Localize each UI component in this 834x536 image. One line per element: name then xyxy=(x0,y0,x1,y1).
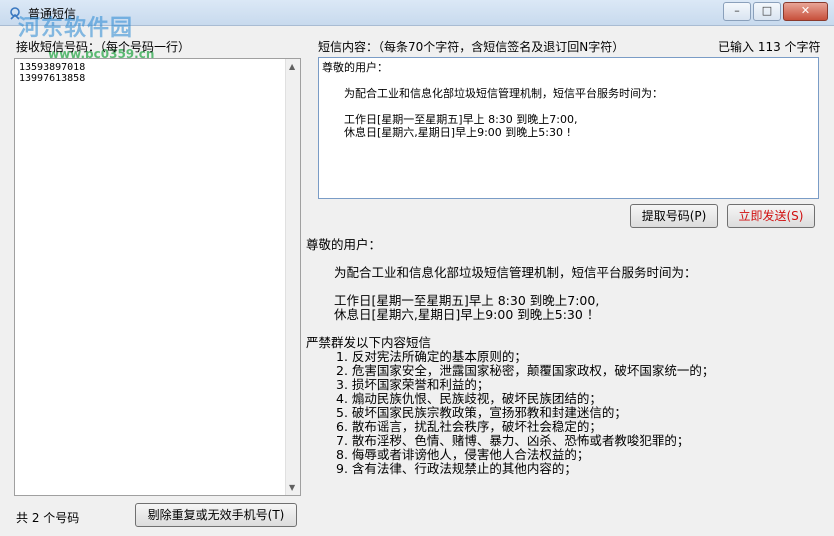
number-line: 13997613858 xyxy=(19,73,86,84)
notice-gap xyxy=(306,280,826,294)
sms-line: 工作日[星期一至星期五]早上 8:30 到晚上7:00, xyxy=(344,113,578,126)
ban-title: 严禁群发以下内容短信 xyxy=(306,335,432,350)
sms-content-label: 短信内容：（每条70个字符，含短信签名及退订回N字符） xyxy=(318,40,625,54)
send-now-button[interactable]: 立即发送(S) xyxy=(727,204,815,228)
numbers-label: 接收短信号码：（每个号码一行） xyxy=(16,40,191,54)
sms-line-blank xyxy=(322,100,818,113)
ban-item: 1. 反对宪法所确定的基本原则的； xyxy=(336,349,527,364)
notice-gap xyxy=(306,322,826,336)
ban-item: 6. 散布谣言，扰乱社会秩序，破坏社会稳定的； xyxy=(336,419,602,434)
window-controls: – □ ✕ xyxy=(721,2,828,21)
ban-item: 2. 危害国家安全，泄露国家秘密，颠覆国家政权，破坏国家统一的； xyxy=(336,363,715,378)
sms-line: 休息日[星期六,星期日]早上9:00 到晚上5:30 ! xyxy=(344,126,571,139)
ban-item: 3. 损坏国家荣誉和利益的； xyxy=(336,377,490,392)
notice-gap xyxy=(306,252,826,266)
dedupe-button[interactable]: 剔除重复或无效手机号(T) xyxy=(135,503,297,527)
sms-line: 尊敬的用户： xyxy=(322,61,388,74)
sms-content-textarea[interactable]: 尊敬的用户： 为配合工业和信息化部垃圾短信管理机制，短信平台服务时间为： 工作日… xyxy=(318,57,819,199)
close-button[interactable]: ✕ xyxy=(783,2,828,21)
notice-greeting: 尊敬的用户： xyxy=(306,237,382,252)
ban-item: 9. 含有法律、行政法规禁止的其他内容的； xyxy=(336,461,577,476)
minimize-button[interactable]: – xyxy=(723,2,751,21)
ban-item: 5. 破坏国家民族宗教政策，宣扬邪教和封建迷信的； xyxy=(336,405,627,420)
numbers-scrollbar[interactable]: ▲ ▼ xyxy=(285,59,300,495)
scroll-down-icon[interactable]: ▼ xyxy=(289,483,295,492)
ban-item: 7. 散布淫秽、色情、赌博、暴力、凶杀、恐怖或者教唆犯罪的； xyxy=(336,433,690,448)
numbers-list: 13593897018 13997613858 xyxy=(19,62,85,84)
number-line: 13593897018 xyxy=(19,62,86,73)
ban-item: 8. 侮辱或者诽谤他人，侵害他人合法权益的； xyxy=(336,447,590,462)
ban-list: 1. 反对宪法所确定的基本原则的； 2. 危害国家安全，泄露国家秘密，颠覆国家政… xyxy=(306,350,826,476)
notice-preview: 尊敬的用户： 为配合工业和信息化部垃圾短信管理机制，短信平台服务时间为： 工作日… xyxy=(306,238,826,476)
sms-line: 为配合工业和信息化部垃圾短信管理机制，短信平台服务时间为： xyxy=(344,87,663,100)
scroll-up-icon[interactable]: ▲ xyxy=(289,62,295,71)
numbers-textarea[interactable]: 13593897018 13997613858 ▲ ▼ xyxy=(14,58,301,496)
notice-hours-weekend: 休息日[星期六,星期日]早上9:00 到晚上5:30 ！ xyxy=(334,307,600,322)
number-count: 共 2 个号码 xyxy=(16,511,80,525)
ban-item: 4. 煽动民族仇恨、民族歧视，破坏民族团结的； xyxy=(336,391,602,406)
typed-count: 已输入 113 个字符 xyxy=(718,40,821,54)
notice-intro: 为配合工业和信息化部垃圾短信管理机制，短信平台服务时间为： xyxy=(334,265,697,280)
extract-numbers-button[interactable]: 提取号码(P) xyxy=(630,204,718,228)
sms-line-blank xyxy=(322,74,818,87)
maximize-button[interactable]: □ xyxy=(753,2,781,21)
notice-hours-weekday: 工作日[星期一至星期五]早上 8:30 到晚上7:00, xyxy=(334,293,600,308)
